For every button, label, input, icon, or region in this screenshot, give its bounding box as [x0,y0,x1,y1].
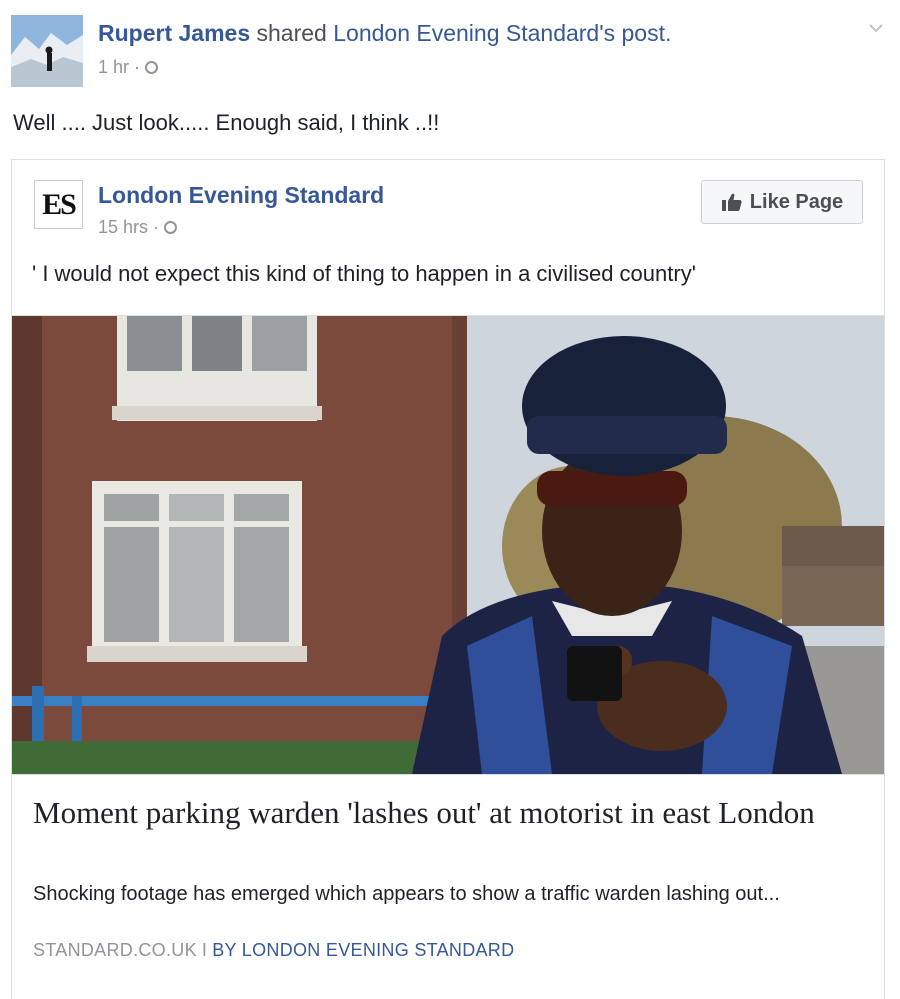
meta-dot: · [134,57,141,77]
shared-timestamp[interactable]: 15 hrs [98,217,148,238]
link-author[interactable]: BY LONDON EVENING STANDARD [212,940,514,960]
shared-page-link[interactable]: London Evening Standard's post. [333,20,671,46]
page-logo[interactable]: ES [34,180,83,229]
source-separator: I [201,940,208,960]
post-timestamp[interactable]: 1 hr [98,57,129,78]
author-avatar[interactable] [11,15,83,87]
shared-page-name[interactable]: London Evening Standard [98,182,384,209]
link-domain: STANDARD.CO.UK [33,940,197,960]
like-page-label: Like Page [749,190,844,213]
video-still-image [12,316,884,774]
shared-post-card: ES London Evening Standard 15 hrs · Like… [11,159,885,999]
post-meta: 1 hr · [98,57,159,78]
thumbs-up-icon [721,193,742,211]
globe-icon [145,61,159,74]
post-text: Well .... Just look..... Enough said, I … [13,110,440,135]
meta-dot: · [153,217,160,237]
link-title[interactable]: Moment parking warden 'lashes out' at mo… [33,792,863,833]
post-header: Rupert James shared London Evening Stand… [98,18,671,48]
link-description: Shocking footage has emerged which appea… [33,883,780,905]
shared-post-text: ' I would not expect this kind of thing … [32,261,696,286]
shared-text: shared [256,20,327,46]
like-page-button[interactable]: Like Page [701,180,863,224]
link-preview-image[interactable] [12,315,884,775]
link-source: STANDARD.CO.UK I BY LONDON EVENING STANDAR… [33,940,514,961]
globe-icon [164,221,178,234]
author-link[interactable]: Rupert James [98,20,250,46]
avatar-image [11,15,83,87]
chevron-down-icon[interactable] [866,18,886,38]
shared-meta: 15 hrs · [98,217,178,238]
